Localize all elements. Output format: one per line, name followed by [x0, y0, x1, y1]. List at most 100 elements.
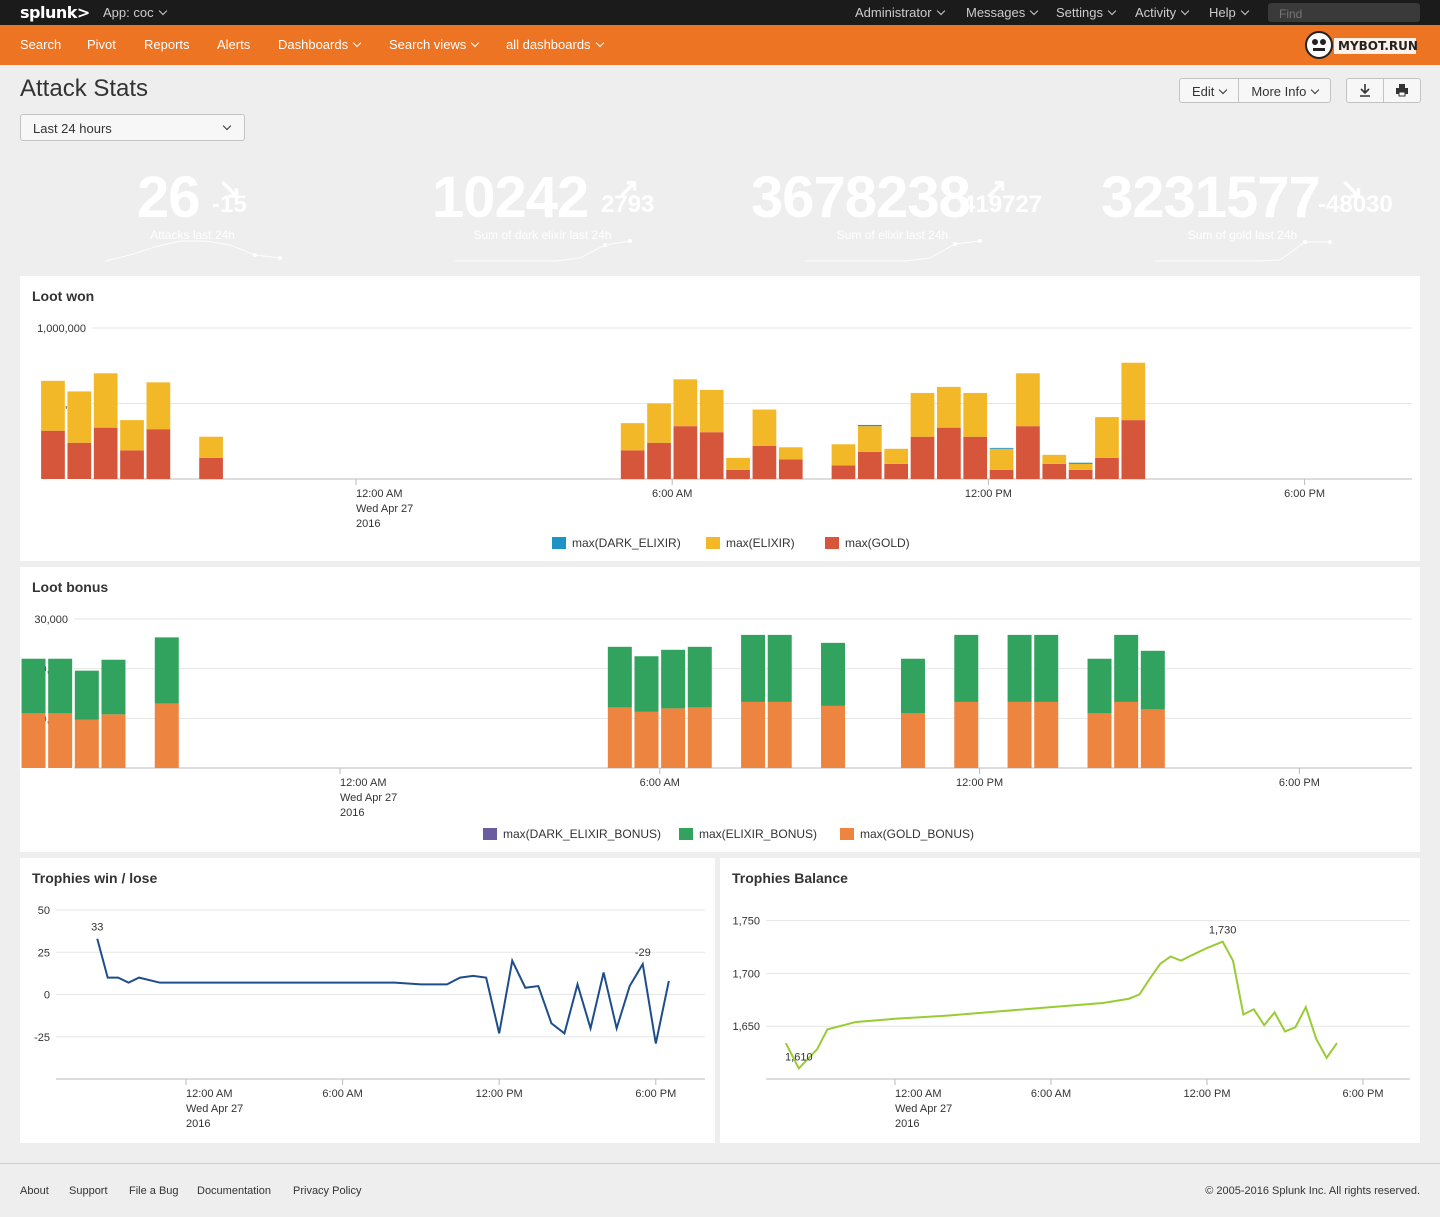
menu-activity[interactable]: Activity [1135, 5, 1190, 20]
bar-segment [752, 409, 777, 446]
bar-segment [857, 426, 882, 452]
bar-segment [48, 658, 73, 714]
bar-segment [673, 426, 698, 479]
bar-segment [910, 392, 935, 437]
bar-segment [101, 659, 126, 715]
chevron-down-icon [1311, 85, 1320, 95]
edit-button-group: Edit More Info [1179, 78, 1332, 103]
export-button[interactable] [1347, 79, 1384, 102]
x-tick-label: 6:00 PM [635, 1088, 676, 1100]
time-range-picker[interactable]: Last 24 hours [20, 114, 245, 141]
splunk-logo[interactable]: splunk> [20, 3, 90, 22]
edit-button-label: Edit [1192, 84, 1215, 99]
menu-settings[interactable]: Settings [1056, 5, 1117, 20]
more-info-button[interactable]: More Info [1239, 79, 1330, 102]
bar-segment [1140, 650, 1165, 710]
bar-segment [1016, 426, 1040, 479]
menu-administrator-label: Administrator [855, 5, 932, 20]
single-value-attacks: 26 ↘ -15 Attacks last 24h [20, 156, 365, 270]
sparkline [805, 239, 982, 262]
sparkline-point [978, 239, 982, 243]
footer-link-privacy[interactable]: Privacy Policy [293, 1185, 361, 1197]
y-tick-label: -25 [34, 1032, 50, 1044]
legend-label: max(DARK_ELIXIR_BONUS) [503, 827, 661, 841]
bar-segment [884, 463, 909, 479]
bar-segment [1042, 463, 1067, 479]
trend-delta: 2793 [601, 191, 655, 218]
bar-segment [673, 379, 698, 427]
bar-segment [41, 430, 65, 479]
x-tick-label: 12:00 AM [186, 1088, 232, 1100]
nav-pivot[interactable]: Pivot [87, 37, 116, 52]
chevron-down-icon [158, 6, 167, 16]
x-tick-sublabel: Wed Apr 27 [356, 503, 413, 515]
bar-segment [857, 451, 882, 479]
sparkline-point [1328, 240, 1332, 244]
bar-segment [1068, 462, 1093, 464]
bar-segment [1007, 634, 1032, 702]
menu-administrator[interactable]: Administrator [855, 5, 945, 20]
bar-segment [1095, 457, 1119, 479]
x-tick-label: 6:00 PM [1343, 1088, 1384, 1100]
y-tick-label: 25 [38, 947, 50, 959]
export-button-group [1346, 78, 1421, 103]
menu-messages[interactable]: Messages [966, 5, 1039, 20]
bar-segment [1140, 709, 1165, 768]
menu-help[interactable]: Help [1209, 5, 1249, 20]
x-tick-label: 12:00 AM [340, 777, 386, 789]
bar-segment [831, 465, 856, 479]
nav-search-views[interactable]: Search views [389, 37, 480, 52]
trophies-balance-chart: 1,750 1,700 1,650 12:00 AM Wed Apr 27 2016 6:0… [732, 916, 1410, 1130]
sparkline [455, 239, 632, 262]
x-tick-sublabel: 2016 [895, 1118, 919, 1130]
bar-segment [937, 386, 961, 428]
page-title: Attack Stats [20, 75, 149, 102]
sparkline-point [603, 243, 607, 247]
x-tick-label: 12:00 PM [956, 777, 1003, 789]
legend-swatch [840, 828, 854, 840]
legend-label: max(ELIXIR_BONUS) [699, 827, 817, 841]
nav-reports[interactable]: Reports [144, 37, 190, 52]
loot-won-chart: 1,000,000500,00012:00 AMWed Apr 2720166:… [37, 323, 1412, 550]
nav-dashboards[interactable]: Dashboards [278, 37, 362, 52]
trend-delta: -48030 [1318, 191, 1393, 218]
bar-segment [74, 719, 99, 768]
data-label: 1,610 [785, 1051, 813, 1063]
x-tick-label: 6:00 PM [1279, 777, 1320, 789]
edit-button[interactable]: Edit [1180, 79, 1240, 102]
x-tick-sublabel: Wed Apr 27 [186, 1103, 243, 1115]
footer-link-documentation[interactable]: Documentation [197, 1185, 271, 1197]
bar-segment [1087, 713, 1112, 768]
app-menu-label: App: coc [103, 5, 154, 20]
bar-segment [1114, 634, 1139, 702]
nav-all-dashboards[interactable]: all dashboards [506, 37, 604, 52]
print-button[interactable] [1384, 79, 1420, 102]
top-bar: splunk> App: coc Administrator Messages … [0, 0, 1440, 25]
data-label: -29 [635, 947, 651, 959]
footer-divider [0, 1163, 1440, 1164]
bar-segment [687, 707, 712, 768]
bar-segment [741, 701, 766, 768]
chevron-down-icon [1240, 6, 1249, 16]
bar-segment [67, 391, 92, 443]
legend-label: max(DARK_ELIXIR) [572, 536, 681, 550]
bar-segment [699, 389, 724, 433]
chevron-down-icon [936, 6, 945, 16]
panel-loot-bonus: Loot bonus 30,00020,00010,00012:00 AMWed… [20, 567, 1420, 852]
find-input[interactable] [1268, 3, 1420, 22]
x-tick-label: 12:00 PM [476, 1088, 523, 1100]
bar-segment [726, 469, 750, 479]
nav-alerts[interactable]: Alerts [217, 37, 250, 52]
footer-link-support[interactable]: Support [69, 1185, 108, 1197]
bar-segment [1042, 454, 1067, 464]
bar-segment [1114, 701, 1139, 768]
bar-segment [607, 707, 632, 768]
footer-link-about[interactable]: About [20, 1185, 49, 1197]
footer-link-file-bug[interactable]: File a Bug [129, 1185, 179, 1197]
app-menu[interactable]: App: coc [103, 5, 167, 20]
y-tick-label: 1,750 [732, 916, 760, 928]
bar-segment [910, 436, 935, 479]
bar-segment [1034, 634, 1059, 702]
x-tick-label: 12:00 PM [965, 488, 1012, 500]
nav-search[interactable]: Search [20, 37, 61, 52]
